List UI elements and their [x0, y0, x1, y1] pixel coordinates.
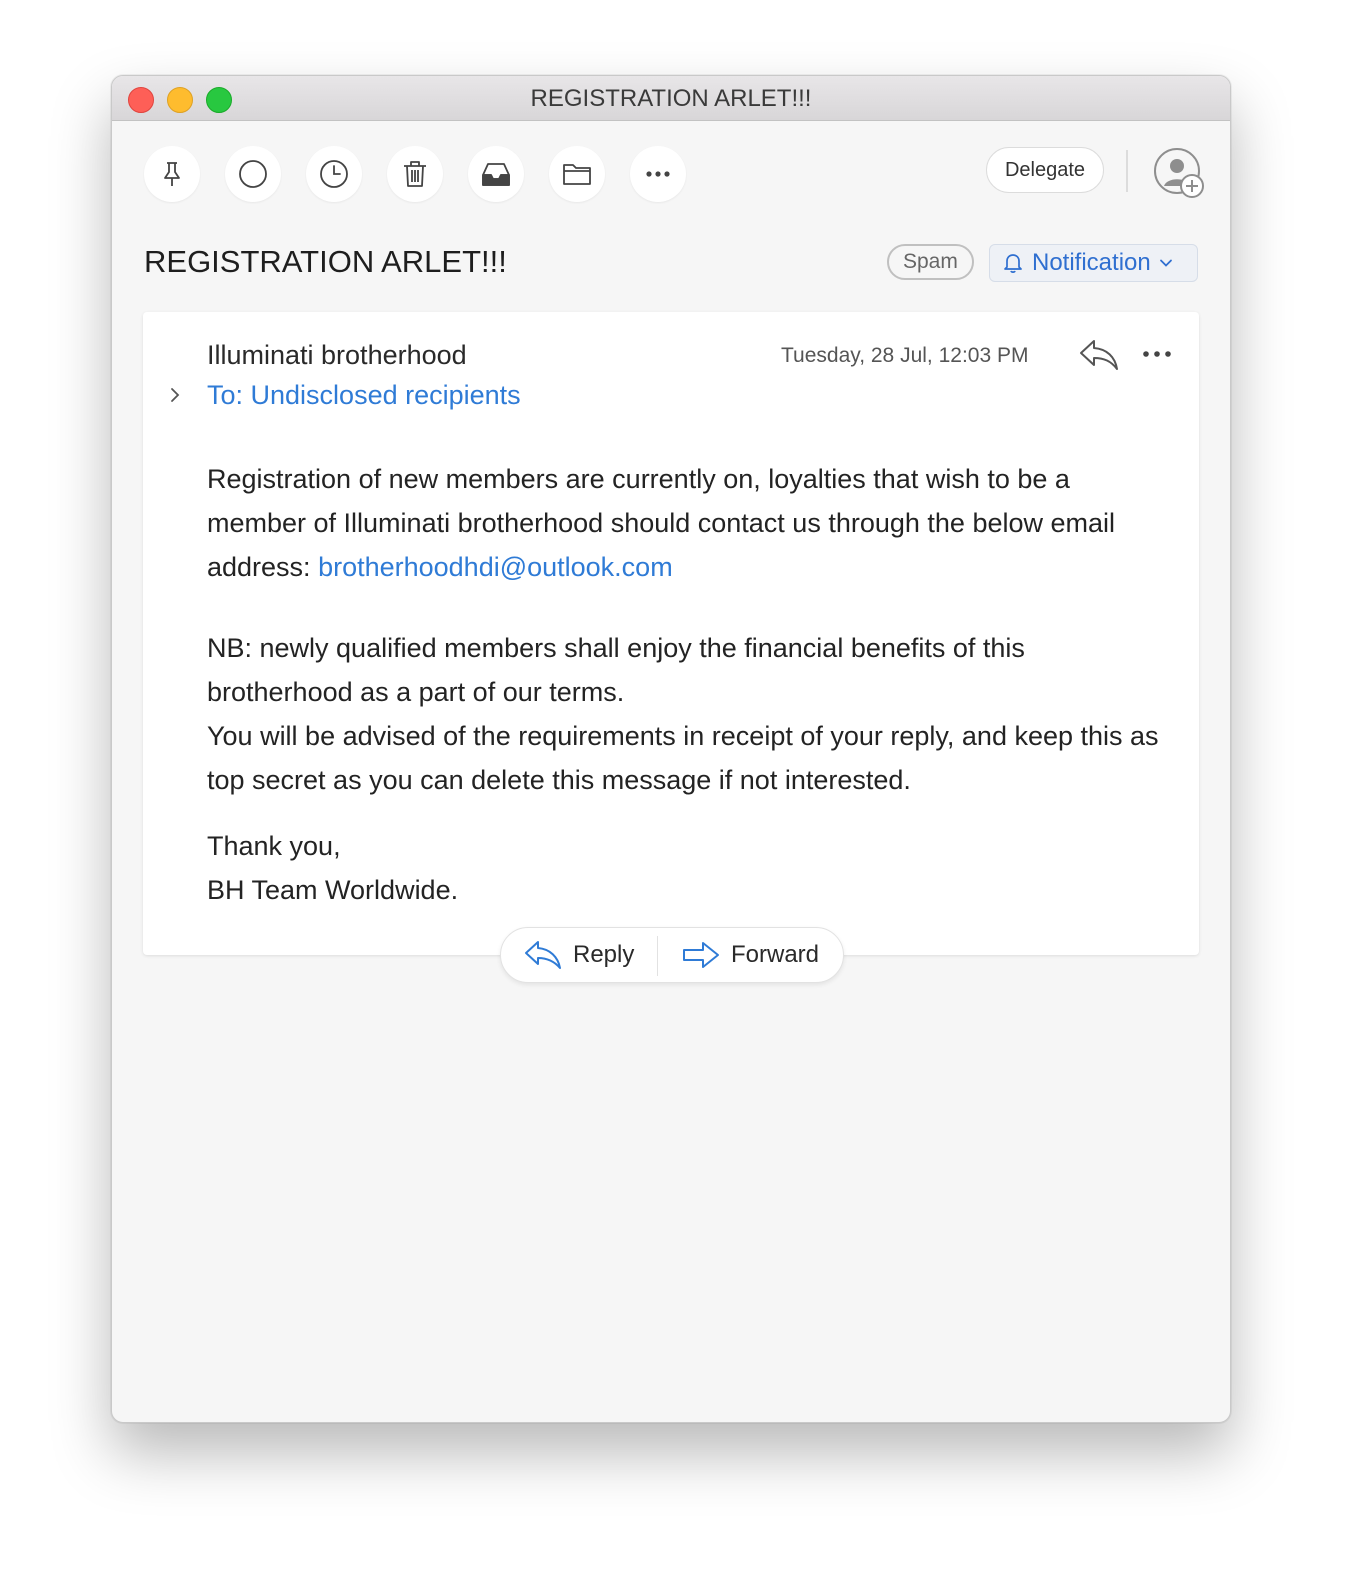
inbox-icon — [482, 163, 510, 186]
pin-icon — [164, 162, 180, 186]
reply-icon[interactable] — [1078, 338, 1120, 372]
more-icon — [646, 171, 670, 177]
body-closing: Thank you, — [207, 831, 341, 861]
forward-label: Forward — [731, 941, 820, 968]
reply-arrow-icon — [525, 941, 561, 969]
delegate-button[interactable]: Delegate — [986, 147, 1104, 193]
message-body: Registration of new members are currentl… — [207, 457, 1167, 912]
toolbar: Delegate — [112, 120, 1230, 220]
mark-unread-button[interactable] — [225, 146, 281, 202]
recipients-link[interactable]: To: Undisclosed recipients — [207, 380, 521, 411]
message-more-icon[interactable] — [1141, 346, 1173, 362]
toolbar-divider — [1126, 150, 1128, 192]
add-contact-icon[interactable] — [1152, 146, 1206, 200]
chevron-down-icon — [1159, 259, 1172, 267]
mail-window: REGISTRATION ARLET!!! Delegate REGISTRAT… — [111, 75, 1231, 1423]
sender-name: Illuminati brotherhood — [207, 340, 467, 370]
move-to-inbox-button[interactable] — [468, 146, 524, 202]
notification-label: Notification — [1032, 249, 1151, 276]
body-paragraph-1: Registration of new members are currentl… — [207, 464, 1116, 582]
message-card: Illuminati brotherhood To: Undisclosed r… — [143, 312, 1199, 955]
notification-dropdown[interactable]: Notification — [989, 244, 1198, 282]
reply-forward-bar: Reply Forward — [500, 927, 844, 983]
forward-button[interactable]: Forward — [681, 928, 819, 982]
email-link[interactable]: brotherhoodhdi@outlook.com — [318, 552, 673, 582]
title-bar: REGISTRATION ARLET!!! — [112, 76, 1230, 121]
circle-icon — [239, 160, 267, 188]
clock-icon — [320, 160, 348, 188]
more-actions-button[interactable] — [630, 146, 686, 202]
folder-icon — [563, 164, 591, 185]
delete-button[interactable] — [387, 146, 443, 202]
message-date: Tuesday, 28 Jul, 12:03 PM — [781, 344, 1029, 367]
body-paragraph-3: You will be advised of the requirements … — [207, 721, 1159, 795]
trash-icon — [404, 161, 426, 187]
message-subject: REGISTRATION ARLET!!! — [144, 244, 507, 279]
window-title: REGISTRATION ARLET!!! — [530, 85, 812, 112]
body-paragraph-2: NB: newly qualified members shall enjoy … — [207, 633, 1025, 707]
forward-arrow-icon — [683, 942, 719, 968]
reply-label: Reply — [573, 941, 635, 968]
bell-icon — [1004, 254, 1022, 273]
pin-button[interactable] — [144, 146, 200, 202]
snooze-button[interactable] — [306, 146, 362, 202]
reply-button[interactable]: Reply — [523, 928, 634, 982]
pill-divider — [657, 936, 658, 976]
spam-badge[interactable]: Spam — [887, 244, 974, 280]
body-signature: BH Team Worldwide. — [207, 875, 459, 905]
move-to-folder-button[interactable] — [549, 146, 605, 202]
chevron-right-icon[interactable] — [167, 386, 183, 404]
